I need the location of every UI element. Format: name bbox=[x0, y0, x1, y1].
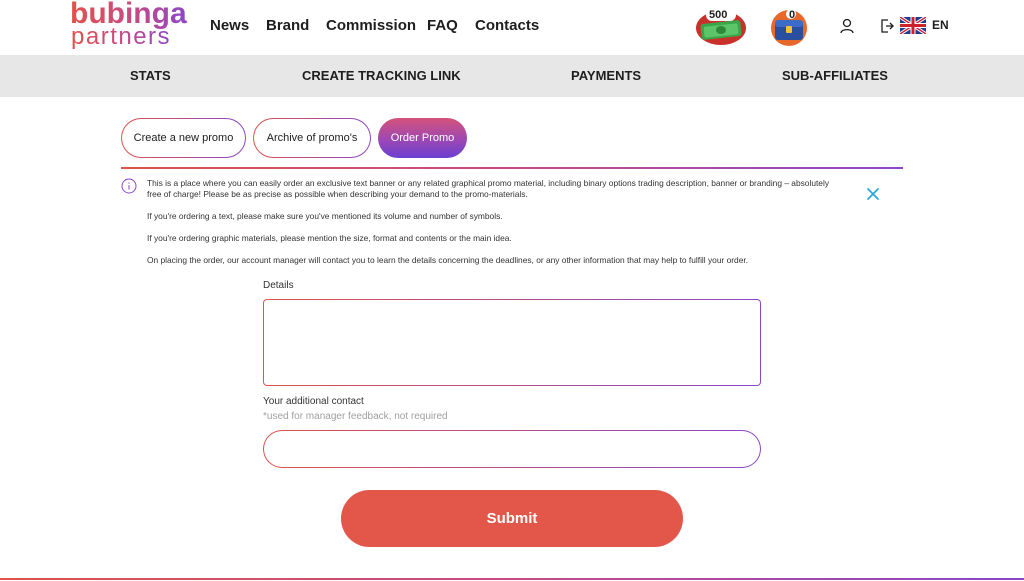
order-promo-info: This is a place where you can easily ord… bbox=[147, 178, 837, 277]
language-code[interactable]: EN bbox=[932, 18, 949, 32]
nav-news[interactable]: News bbox=[210, 17, 249, 35]
info-icon bbox=[121, 178, 137, 194]
tab-order-promo[interactable]: Order Promo bbox=[378, 118, 467, 158]
user-icon[interactable] bbox=[839, 17, 855, 35]
nav-contacts[interactable]: Contacts bbox=[475, 17, 539, 35]
details-textarea[interactable] bbox=[263, 299, 761, 386]
additional-contact-input[interactable] bbox=[263, 430, 761, 468]
bubinga-partners-logo[interactable]: bubinga partners bbox=[70, 0, 187, 52]
subnav-payments[interactable]: PAYMENTS bbox=[571, 68, 641, 83]
info-paragraph: On placing the order, our account manage… bbox=[147, 255, 749, 265]
nav-brand[interactable]: Brand bbox=[266, 17, 309, 35]
uk-flag-icon[interactable] bbox=[900, 17, 926, 34]
info-paragraph: If you're ordering a text, please make s… bbox=[147, 211, 503, 221]
info-paragraph: If you're ordering graphic materials, pl… bbox=[147, 233, 512, 243]
subnav-create-tracking-link[interactable]: CREATE TRACKING LINK bbox=[302, 68, 461, 83]
subnav-stats[interactable]: STATS bbox=[130, 68, 171, 83]
close-icon[interactable] bbox=[866, 187, 880, 201]
section-subnav: STATS CREATE TRACKING LINK PAYMENTS SUB-… bbox=[0, 55, 1024, 97]
submit-button[interactable]: Submit bbox=[341, 490, 683, 547]
money-count: 500 bbox=[709, 9, 728, 21]
tabs-divider bbox=[121, 167, 903, 169]
logo-line-2: partners bbox=[71, 23, 172, 50]
subnav-sub-affiliates[interactable]: SUB-AFFILIATES bbox=[782, 68, 888, 83]
money-bonus-badge[interactable]: 500 bbox=[695, 6, 747, 46]
chest-count: 0 bbox=[789, 9, 796, 21]
tab-archive-of-promos[interactable]: Archive of promo's bbox=[253, 118, 371, 158]
tab-create-new-promo[interactable]: Create a new promo bbox=[121, 118, 246, 158]
footer-gradient-line bbox=[0, 578, 1024, 580]
top-header: bubinga partners News Brand Commission F… bbox=[0, 0, 1024, 54]
logout-icon[interactable] bbox=[879, 17, 895, 35]
info-paragraph: This is a place where you can easily ord… bbox=[147, 178, 830, 199]
additional-contact-hint: *used for manager feedback, not required bbox=[263, 411, 448, 422]
details-label: Details bbox=[263, 280, 294, 291]
nav-faq[interactable]: FAQ bbox=[427, 17, 458, 35]
additional-contact-label: Your additional contact bbox=[263, 396, 364, 407]
treasure-chest-badge[interactable]: 0 bbox=[763, 6, 815, 46]
nav-commission[interactable]: Commission bbox=[326, 17, 416, 35]
